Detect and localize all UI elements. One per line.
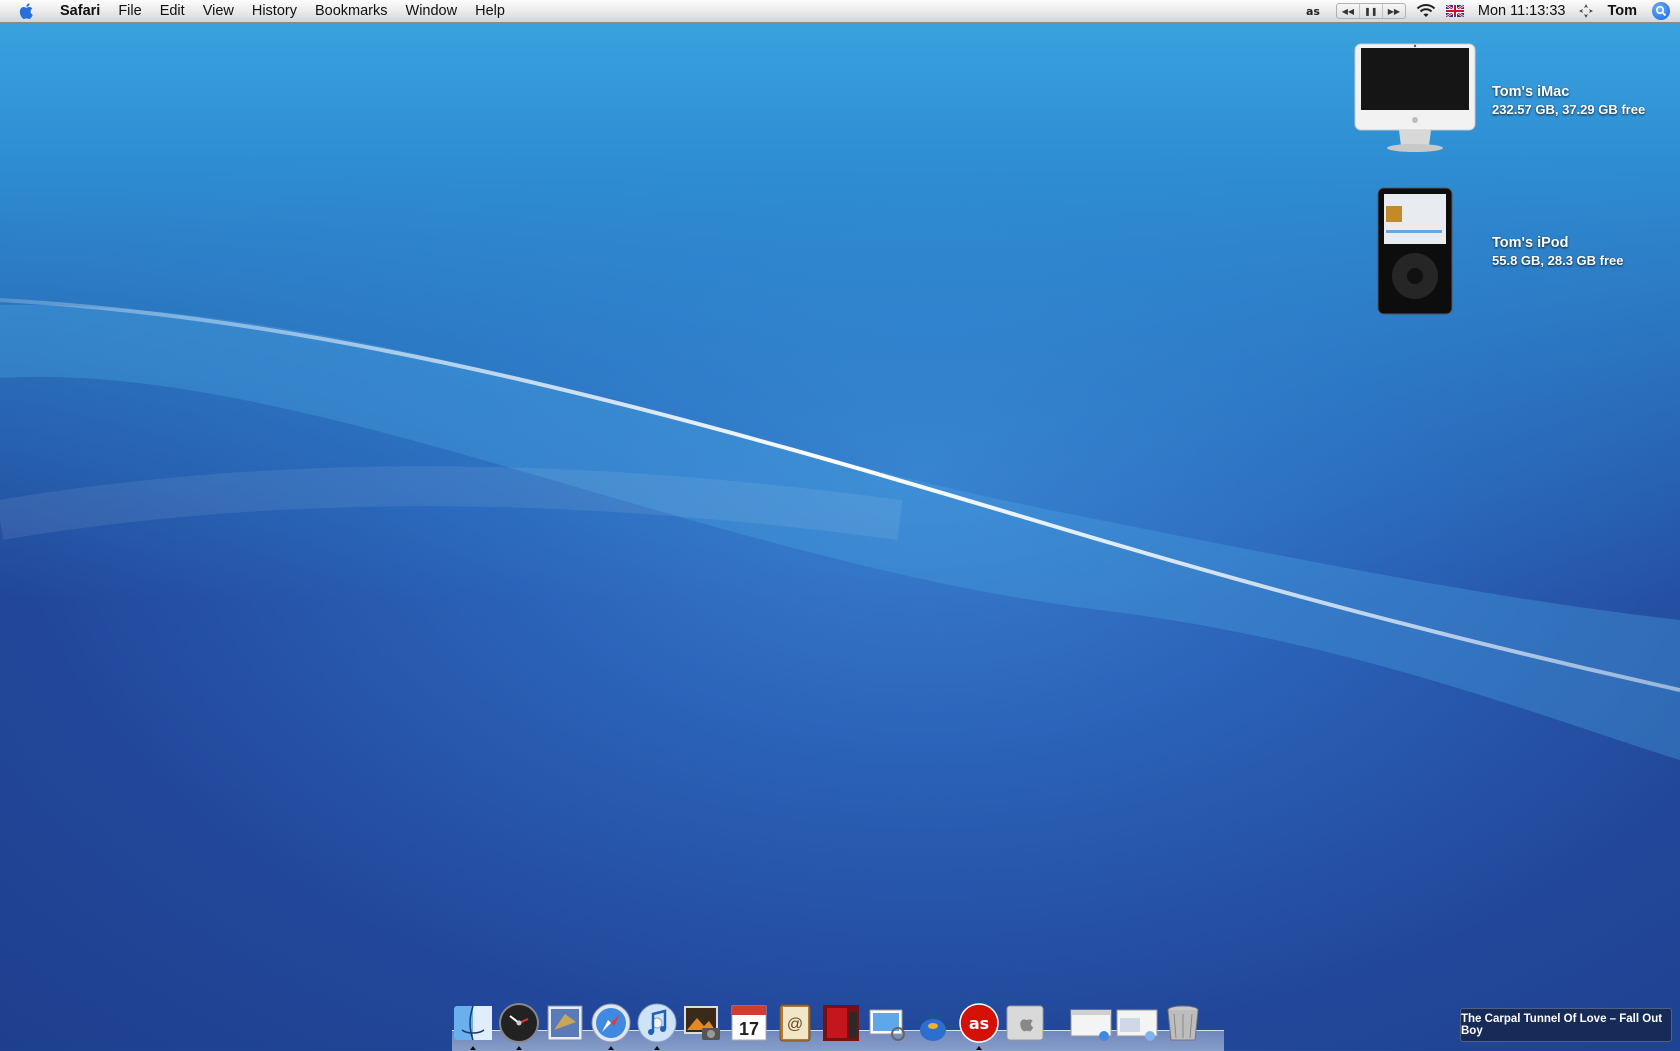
dock-minimized-window[interactable] (1069, 1000, 1113, 1046)
mail-icon (547, 1005, 583, 1041)
dock-minimized-window[interactable] (1115, 1000, 1159, 1046)
spaces-icon[interactable] (1579, 0, 1594, 22)
dock-adium[interactable] (911, 1000, 955, 1046)
dock: 17 @ as (450, 1000, 1225, 1050)
wifi-icon[interactable] (1416, 0, 1436, 22)
adium-icon (920, 1006, 946, 1041)
running-indicator (608, 1046, 614, 1050)
dock-mail[interactable] (543, 1000, 587, 1046)
safari-icon (591, 1003, 631, 1043)
spotlight-icon[interactable] (1652, 2, 1670, 20)
dock-dashboard[interactable] (497, 1000, 541, 1050)
svg-text:as: as (1306, 5, 1320, 18)
svg-text:as: as (969, 1014, 989, 1033)
app-menu[interactable]: Safari (51, 0, 109, 22)
ical-icon: 17 (731, 1005, 767, 1041)
dock-safari[interactable] (589, 1000, 633, 1050)
dock-iphoto[interactable] (681, 1000, 725, 1046)
ipod-icon (1377, 187, 1453, 315)
itunes-icon (637, 1003, 677, 1043)
menu-view[interactable]: View (194, 0, 243, 22)
dashboard-icon (499, 1003, 539, 1043)
menu-bookmarks[interactable]: Bookmarks (306, 0, 397, 22)
running-indicator (516, 1046, 522, 1050)
desktop-icon-label: Tom's iPod (1492, 234, 1569, 251)
window-thumbnail-icon (1070, 1009, 1112, 1041)
pause-icon[interactable]: ❚❚ (1360, 4, 1383, 18)
menubar-clock[interactable]: Mon 11:13:33 (1478, 3, 1566, 19)
dock-finder[interactable] (451, 1000, 495, 1050)
svg-text:17: 17 (739, 1019, 759, 1039)
itunes-controls: ◀◀ ❚❚ ▶▶ (1335, 3, 1406, 19)
dock-trash[interactable] (1161, 1000, 1205, 1046)
imac-icon (1354, 43, 1476, 152)
dock-system-preferences[interactable] (1003, 1000, 1047, 1046)
dock-preview[interactable] (865, 1000, 909, 1046)
menu-edit[interactable]: Edit (151, 0, 194, 22)
system-preferences-icon (1006, 1005, 1044, 1041)
svg-text:@: @ (787, 1016, 803, 1033)
window-thumbnail-icon (1116, 1009, 1158, 1041)
apple-menu-icon[interactable] (17, 1, 37, 21)
previous-track-icon[interactable]: ◀◀ (1337, 4, 1360, 18)
desktop-icon-imac[interactable]: Tom's iMac 232.57 GB, 37.29 GB free (1350, 42, 1645, 158)
iphoto-icon (684, 1006, 720, 1040)
dock-front-row[interactable] (819, 1000, 863, 1046)
running-indicator (654, 1046, 660, 1050)
menu-bar: Safari File Edit View History Bookmarks … (0, 0, 1680, 23)
running-indicator (976, 1046, 982, 1050)
desktop-icon-label: Tom's iMac (1492, 83, 1570, 100)
address-book-icon: @ (779, 1004, 811, 1042)
trash-icon (1167, 1005, 1199, 1041)
lastfm-icon: as (959, 1003, 999, 1043)
lastfm-menu-icon[interactable]: as (1306, 0, 1326, 22)
menu-file[interactable]: File (109, 0, 150, 22)
desktop-icon-info: 232.57 GB, 37.29 GB free (1492, 101, 1646, 117)
dock-itunes[interactable] (635, 1000, 679, 1050)
user-menu[interactable]: Tom (1607, 3, 1637, 19)
dock-lastfm[interactable]: as (957, 1000, 1001, 1050)
dock-ical[interactable]: 17 (727, 1000, 771, 1046)
next-track-icon[interactable]: ▶▶ (1383, 4, 1405, 18)
desktop-icon-info: 55.8 GB, 28.3 GB free (1492, 252, 1624, 268)
running-indicator (470, 1046, 476, 1050)
menu-window[interactable]: Window (397, 0, 467, 22)
desktop-icon-ipod[interactable]: Tom's iPod 55.8 GB, 28.3 GB free (1350, 186, 1624, 316)
finder-icon (454, 1005, 492, 1041)
menu-help[interactable]: Help (466, 0, 514, 22)
dock-address-book[interactable]: @ (773, 1000, 817, 1046)
uk-flag-input-icon[interactable] (1445, 0, 1464, 22)
front-row-icon (823, 1005, 859, 1041)
menu-history[interactable]: History (243, 0, 306, 22)
preview-icon (869, 1009, 905, 1041)
now-playing-notification[interactable]: The Carpal Tunnel Of Love – Fall Out Boy (1460, 1008, 1672, 1042)
